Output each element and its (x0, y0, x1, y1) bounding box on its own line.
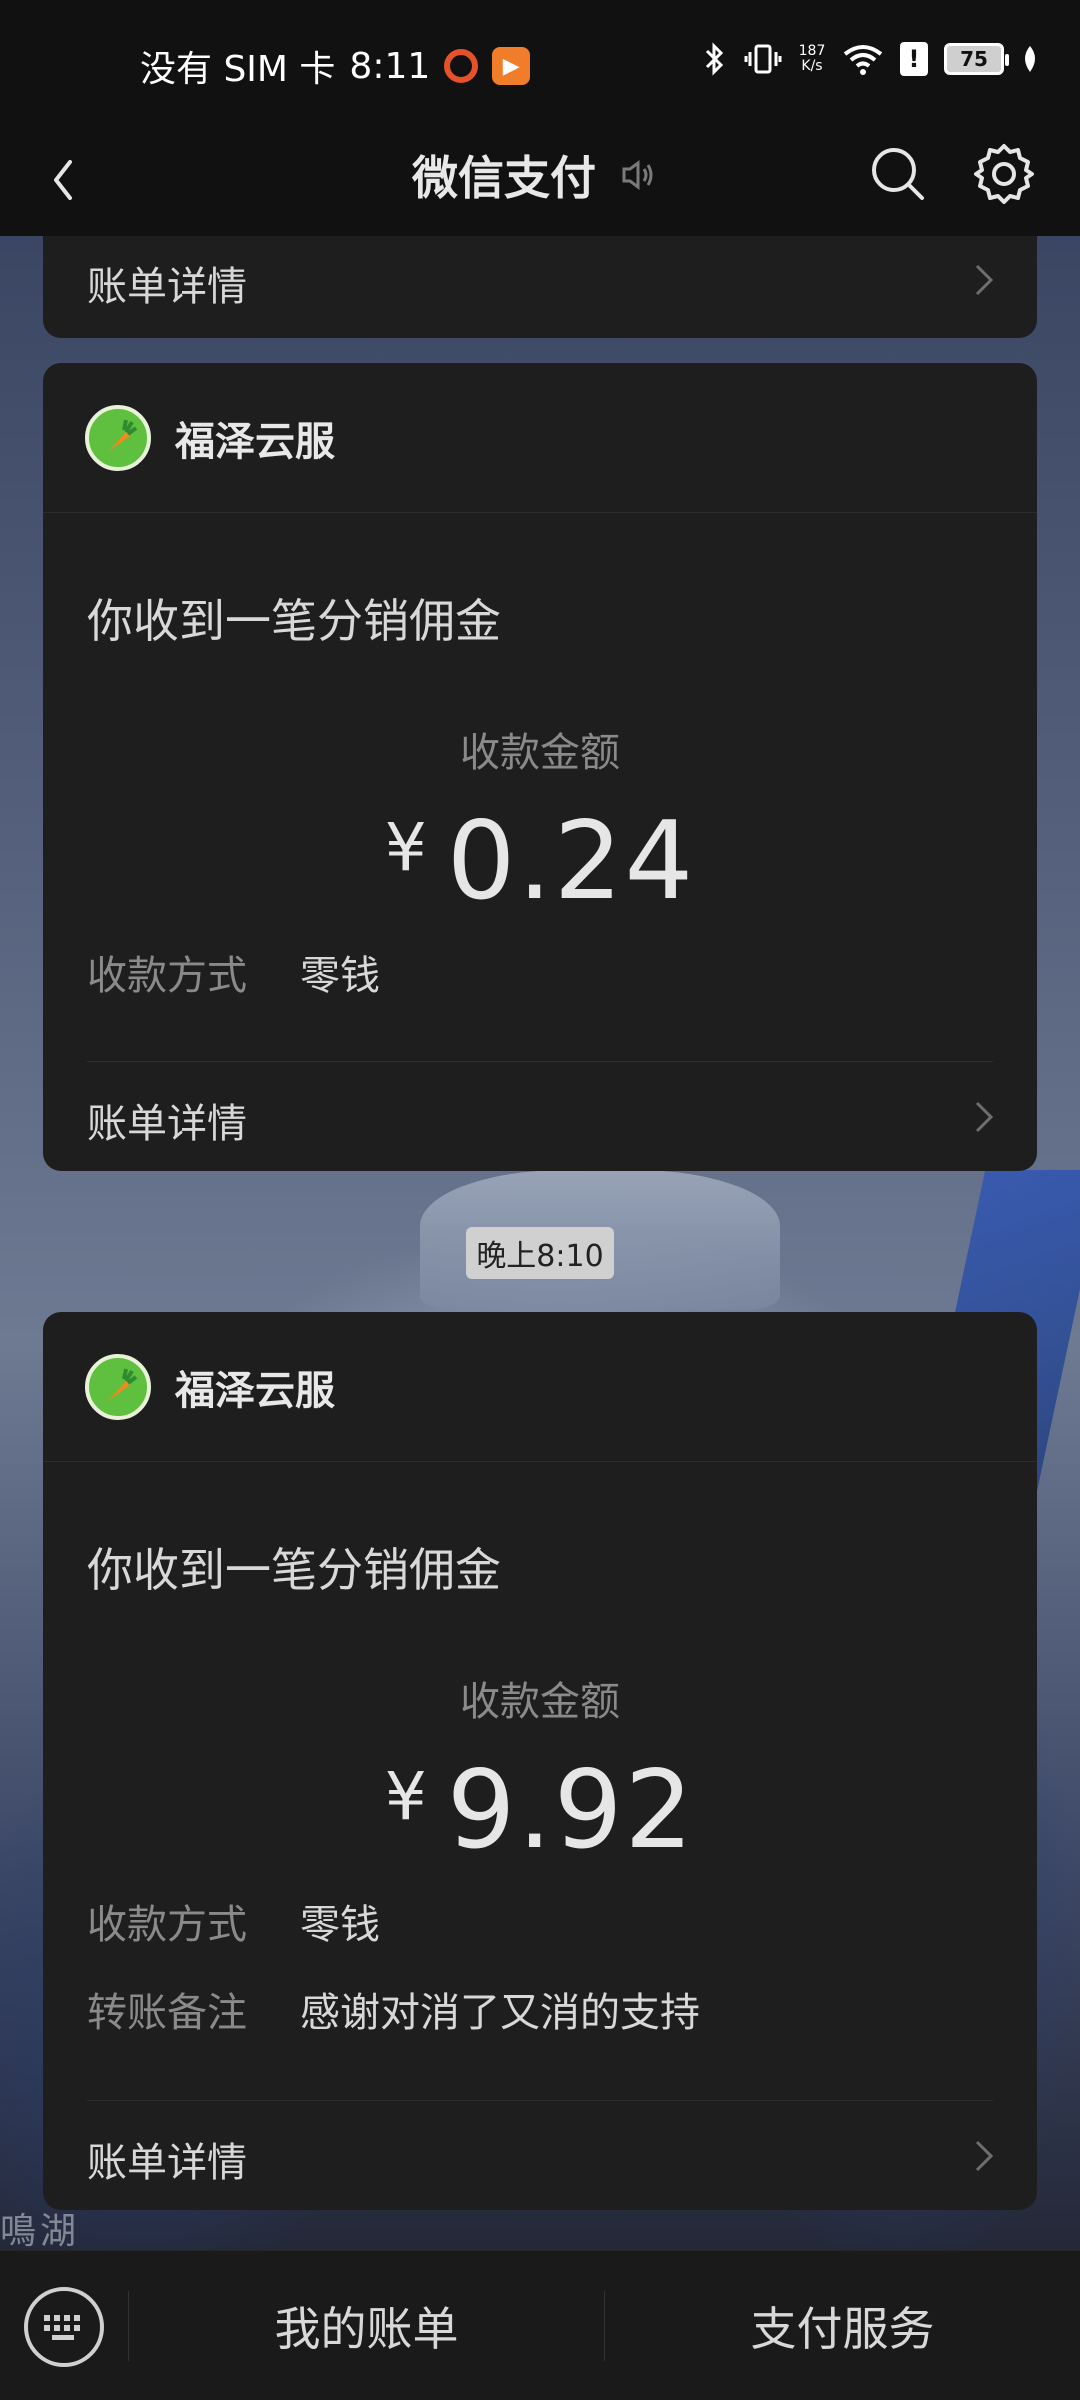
message-title: 你收到一笔分销佣金 (87, 594, 501, 648)
bill-detail-label: 账单详情 (87, 1101, 247, 1147)
page-title: 微信支付 (412, 151, 596, 205)
currency-symbol: ¥ (384, 809, 429, 886)
battery-icon: 75 (944, 43, 1009, 75)
keyboard-toggle-button[interactable] (24, 2287, 104, 2367)
time-separator: 晚上8:10 (466, 1227, 614, 1279)
net-speed: 187 K/s (798, 44, 826, 74)
partial-message-card: 账单详情 (43, 236, 1037, 338)
status-left: 没有 SIM 卡 8:11 ▶ (140, 40, 531, 92)
bill-detail-row[interactable]: 账单详情 (43, 236, 1037, 334)
chevron-right-icon (975, 2140, 994, 2172)
title-group: 微信支付 (412, 142, 658, 208)
method-value: 零钱 (300, 1902, 380, 1948)
leaf-icon (1025, 46, 1035, 72)
amount-label: 收款金额 (460, 730, 620, 776)
back-arrow-icon[interactable] (36, 150, 96, 210)
bill-detail-row[interactable]: 账单详情 (43, 2100, 1037, 2210)
message-title: 你收到一笔分销佣金 (87, 1543, 501, 1597)
carrot-avatar-icon (85, 404, 151, 471)
status-right: 187 K/s ! 75 (702, 42, 1040, 76)
record-icon (444, 49, 479, 83)
merchant-name: 福泽云服 (175, 418, 335, 465)
chevron-right-icon (975, 264, 994, 296)
method-label: 收款方式 (87, 953, 247, 999)
bill-detail-label: 账单详情 (87, 264, 247, 310)
card-header[interactable]: 福泽云服 (43, 1312, 1037, 1462)
carrier-status: 没有 SIM 卡 (140, 49, 336, 90)
remark-label: 转账备注 (87, 1990, 247, 2036)
net-speed-unit: K/s (801, 58, 823, 74)
amount-number: 9.92 (446, 1748, 696, 1873)
wifi-icon (843, 45, 883, 75)
vibrate-icon (744, 44, 782, 74)
gear-icon[interactable] (970, 140, 1038, 208)
net-speed-value: 187 (798, 43, 826, 59)
carrot-icon (108, 419, 138, 452)
battery-level: 75 (960, 47, 988, 71)
video-app-icon: ▶ (492, 47, 531, 85)
wechat-pay-chat: 鳴湖 没有 SIM 卡 8:11 ▶ 187 K/s ! 75 微信支付 账单详… (0, 0, 1080, 2400)
mute-icon (622, 160, 653, 190)
amount-value: ¥0.24 (43, 799, 1037, 924)
method-label: 收款方式 (87, 1902, 247, 1948)
merchant-name: 福泽云服 (175, 1367, 335, 1414)
card-header[interactable]: 福泽云服 (43, 363, 1037, 513)
payment-message-card: 福泽云服 你收到一笔分销佣金 收款金额 ¥0.24 收款方式 零钱 账单详情 (43, 363, 1037, 1171)
amount-value: ¥9.92 (43, 1748, 1037, 1873)
chevron-right-icon (975, 1101, 994, 1133)
remark-value: 感谢对消了又消的支持 (300, 1990, 700, 2036)
amount-number: 0.24 (446, 799, 696, 924)
payment-message-card: 福泽云服 你收到一笔分销佣金 收款金额 ¥9.92 收款方式 零钱 转账备注 感… (43, 1312, 1037, 2210)
currency-symbol: ¥ (384, 1758, 429, 1835)
method-value: 零钱 (300, 953, 380, 999)
bill-detail-row[interactable]: 账单详情 (43, 1061, 1037, 1171)
bluetooth-icon (705, 42, 724, 76)
bottom-menu-bar: 我的账单 支付服务 (0, 2250, 1080, 2400)
navigation-bar: 微信支付 (0, 130, 1080, 236)
amount-label: 收款金额 (460, 1679, 620, 1725)
keyboard-icon (44, 2315, 80, 2340)
search-icon[interactable] (866, 142, 930, 206)
my-bills-tab[interactable]: 我的账单 (129, 2251, 604, 2400)
pay-services-tab[interactable]: 支付服务 (605, 2251, 1080, 2400)
carrot-icon (108, 1368, 138, 1401)
bill-detail-label: 账单详情 (87, 2140, 247, 2186)
status-bar: 没有 SIM 卡 8:11 ▶ 187 K/s ! 75 (0, 0, 1080, 130)
clock: 8:11 (349, 45, 431, 87)
warning-icon: ! (900, 42, 928, 76)
carrot-avatar-icon (85, 1353, 151, 1420)
